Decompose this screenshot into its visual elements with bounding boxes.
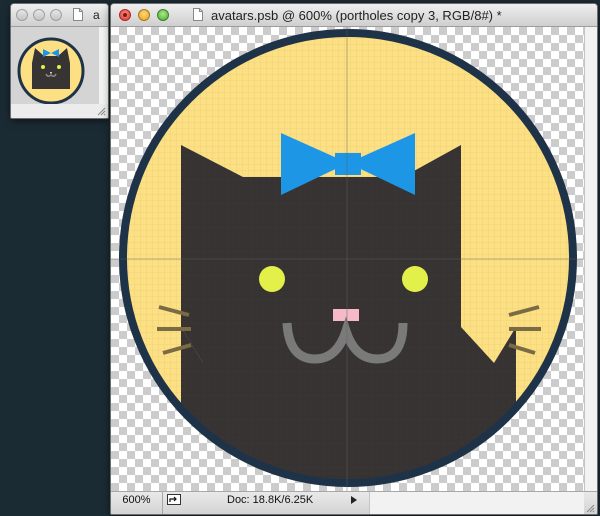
right-eye xyxy=(402,266,428,292)
close-button[interactable] xyxy=(119,9,131,21)
navigator-zoom-button[interactable] xyxy=(50,9,62,21)
status-bar: 600% Doc: 18.8K/6.25K xyxy=(111,491,597,514)
navigator-preview[interactable] xyxy=(11,27,100,105)
zoom-button[interactable] xyxy=(157,9,169,21)
share-icon[interactable] xyxy=(167,494,181,505)
vertical-scrollbar[interactable] xyxy=(584,27,597,491)
navigator-titlebar: a xyxy=(11,4,108,27)
minimize-button[interactable] xyxy=(138,9,150,21)
artwork-canvas[interactable] xyxy=(111,27,584,491)
document-title: avatars.psb @ 600% (portholes copy 3, RG… xyxy=(211,8,502,23)
document-titlebar: avatars.psb @ 600% (portholes copy 3, RG… xyxy=(111,4,597,27)
zoom-level-field[interactable]: 600% xyxy=(111,492,163,514)
document-window: avatars.psb @ 600% (portholes copy 3, RG… xyxy=(110,3,598,515)
left-eye xyxy=(259,266,285,292)
document-icon xyxy=(73,8,83,21)
cat-avatar-artwork xyxy=(111,27,584,491)
resize-grip-icon[interactable] xyxy=(585,503,595,513)
navigator-minimize-button[interactable] xyxy=(33,9,45,21)
navigator-close-button[interactable] xyxy=(16,9,28,21)
document-size-info: Doc: 18.8K/6.25K xyxy=(227,494,314,506)
navigator-scrollbar[interactable] xyxy=(99,27,108,104)
document-icon xyxy=(193,8,203,21)
triangle-right-icon[interactable] xyxy=(351,496,357,504)
horizontal-scrollbar[interactable] xyxy=(369,492,584,514)
navigator-thumbnail xyxy=(11,27,99,105)
navigator-panel: a xyxy=(10,3,109,119)
resize-grip-icon[interactable] xyxy=(96,106,106,116)
unsaved-dot-icon xyxy=(123,13,127,17)
navigator-title: a xyxy=(93,8,100,22)
